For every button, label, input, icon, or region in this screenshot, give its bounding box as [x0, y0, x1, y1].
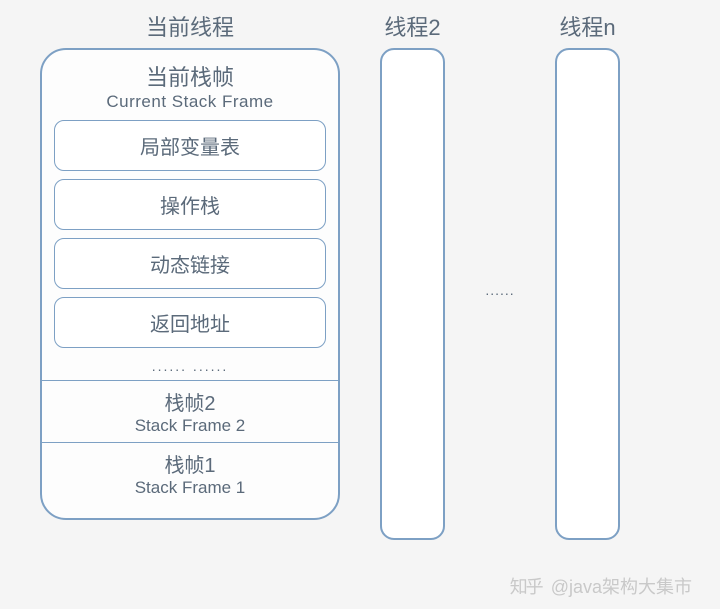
- stack-frame-2-zh: 栈帧2: [54, 387, 326, 416]
- ellipsis-text: ......: [485, 282, 514, 298]
- divider-2: [42, 442, 338, 443]
- frame-ellipsis: ...... ......: [54, 358, 326, 374]
- stack-frame-2-en: Stack Frame 2: [54, 416, 326, 436]
- watermark-text: @java架构大集市: [551, 577, 692, 597]
- thread-n-column: 线程n: [555, 10, 620, 540]
- local-vars-box: 局部变量表: [54, 120, 326, 171]
- between-threads-ellipsis: ......: [485, 44, 515, 536]
- thread-2-label: 线程2: [380, 10, 445, 42]
- stack-frame-1-en: Stack Frame 1: [54, 478, 326, 498]
- return-addr-box: 返回地址: [54, 297, 326, 348]
- thread-n-stack: [555, 48, 620, 540]
- current-frame-title-en: Current Stack Frame: [54, 92, 326, 112]
- watermark: 知乎 @java架构大集市: [510, 573, 692, 599]
- diagram-columns: 当前线程 当前栈帧 Current Stack Frame 局部变量表 操作栈 …: [40, 10, 680, 540]
- dynamic-link-box: 动态链接: [54, 238, 326, 289]
- zhihu-logo-icon: 知乎: [510, 573, 542, 599]
- stack-frame-1-zh: 栈帧1: [54, 449, 326, 478]
- current-thread-label: 当前线程: [40, 10, 340, 42]
- current-frame-title-zh: 当前栈帧: [54, 60, 326, 92]
- divider-1: [42, 380, 338, 381]
- thread-2-column: 线程2: [380, 10, 445, 540]
- operand-stack-box: 操作栈: [54, 179, 326, 230]
- current-thread-column: 当前线程 当前栈帧 Current Stack Frame 局部变量表 操作栈 …: [40, 10, 340, 520]
- thread-n-label: 线程n: [555, 10, 620, 42]
- thread-2-stack: [380, 48, 445, 540]
- current-thread-stack: 当前栈帧 Current Stack Frame 局部变量表 操作栈 动态链接 …: [40, 48, 340, 520]
